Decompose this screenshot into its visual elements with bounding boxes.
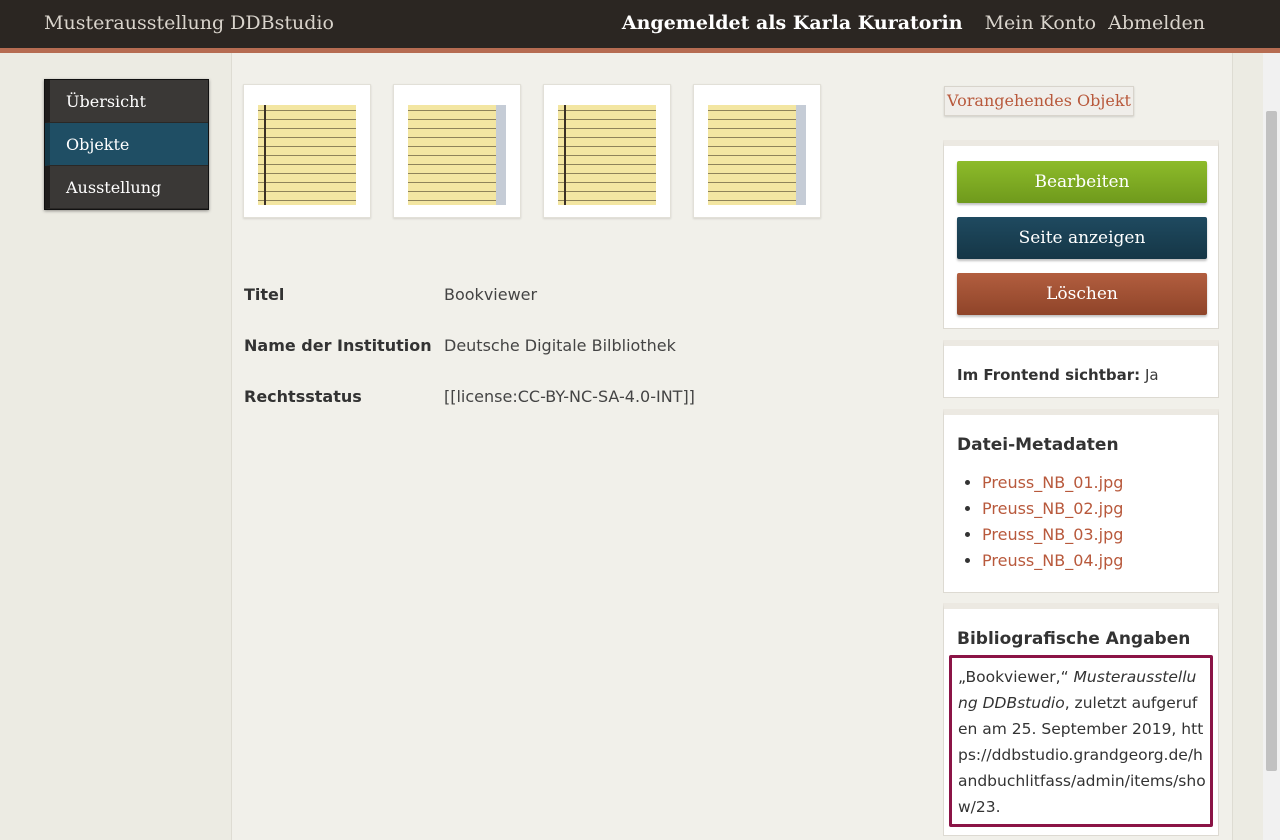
site-title[interactable]: Musterausstellung DDBstudio	[44, 12, 334, 34]
my-account-link[interactable]: Mein Konto	[985, 12, 1097, 34]
file-thumbnail[interactable]	[543, 84, 671, 218]
meta-value-title: Bookviewer	[444, 285, 538, 304]
meta-value-institution: Deutsche Digitale Bilbliothek	[444, 336, 676, 355]
top-bar: Musterausstellung DDBstudio Angemeldet a…	[0, 0, 1280, 53]
list-item: Preuss_NB_01.jpg	[982, 473, 1123, 499]
scrollbar-thumb[interactable]	[1266, 111, 1277, 771]
sidebar-item-objects[interactable]: Objekte	[45, 123, 208, 166]
list-item: Preuss_NB_03.jpg	[982, 525, 1123, 551]
visibility-status: Im Frontend sichtbar: Ja	[957, 366, 1159, 384]
meta-label-title: Titel	[244, 285, 285, 304]
list-item: Preuss_NB_02.jpg	[982, 499, 1123, 525]
visibility-label: Im Frontend sichtbar:	[957, 366, 1141, 384]
citation-text: „Bookviewer,“ Musterausstellung DDBstudi…	[949, 655, 1213, 827]
citation-heading: Bibliografische Angaben	[957, 629, 1191, 649]
meta-value-rights: [[license:CC-BY-NC-SA-4.0-INT]]	[444, 387, 695, 406]
logout-link[interactable]: Abmelden	[1108, 12, 1205, 34]
meta-label-rights: Rechtsstatus	[244, 387, 362, 406]
manuscript-image	[258, 105, 356, 205]
file-list: Preuss_NB_01.jpg Preuss_NB_02.jpg Preuss…	[957, 473, 1123, 577]
file-metadata-panel: Datei-Metadaten Preuss_NB_01.jpg Preuss_…	[943, 409, 1219, 593]
meta-label-institution: Name der Institution	[244, 336, 432, 355]
file-link[interactable]: Preuss_NB_02.jpg	[982, 499, 1123, 518]
file-thumbnail[interactable]	[243, 84, 371, 218]
previous-object-button[interactable]: Vorangehendes Objekt	[944, 86, 1134, 116]
file-thumbnail[interactable]	[693, 84, 821, 218]
list-item: Preuss_NB_04.jpg	[982, 551, 1123, 577]
sidebar-item-exhibition[interactable]: Ausstellung	[45, 166, 208, 209]
citation-part1: „Bookviewer,“	[958, 668, 1074, 686]
user-area: Angemeldet als Karla Kuratorin Mein Kont…	[622, 12, 1205, 34]
delete-button[interactable]: Löschen	[957, 273, 1207, 315]
manuscript-image	[708, 105, 806, 205]
manuscript-image	[558, 105, 656, 205]
citation-panel: Bibliografische Angaben „Bookviewer,“ Mu…	[943, 603, 1219, 836]
file-link[interactable]: Preuss_NB_01.jpg	[982, 473, 1123, 492]
file-metadata-heading: Datei-Metadaten	[957, 435, 1119, 455]
visibility-panel: Im Frontend sichtbar: Ja	[943, 340, 1219, 398]
manuscript-image	[408, 105, 506, 205]
file-thumbnail[interactable]	[393, 84, 521, 218]
file-link[interactable]: Preuss_NB_04.jpg	[982, 551, 1123, 570]
sidebar-nav: Übersicht Objekte Ausstellung	[44, 79, 209, 210]
actions-panel: Bearbeiten Seite anzeigen Löschen	[943, 140, 1219, 329]
view-page-button[interactable]: Seite anzeigen	[957, 217, 1207, 259]
sidebar-item-overview[interactable]: Übersicht	[45, 80, 208, 123]
visibility-value: Ja	[1144, 366, 1159, 384]
file-link[interactable]: Preuss_NB_03.jpg	[982, 525, 1123, 544]
logged-in-user: Angemeldet als Karla Kuratorin	[621, 12, 963, 34]
page-scrollbar[interactable]	[1263, 53, 1280, 840]
edit-button[interactable]: Bearbeiten	[957, 161, 1207, 203]
citation-part2: , zuletzt aufgerufen am 25. September 20…	[958, 694, 1206, 816]
